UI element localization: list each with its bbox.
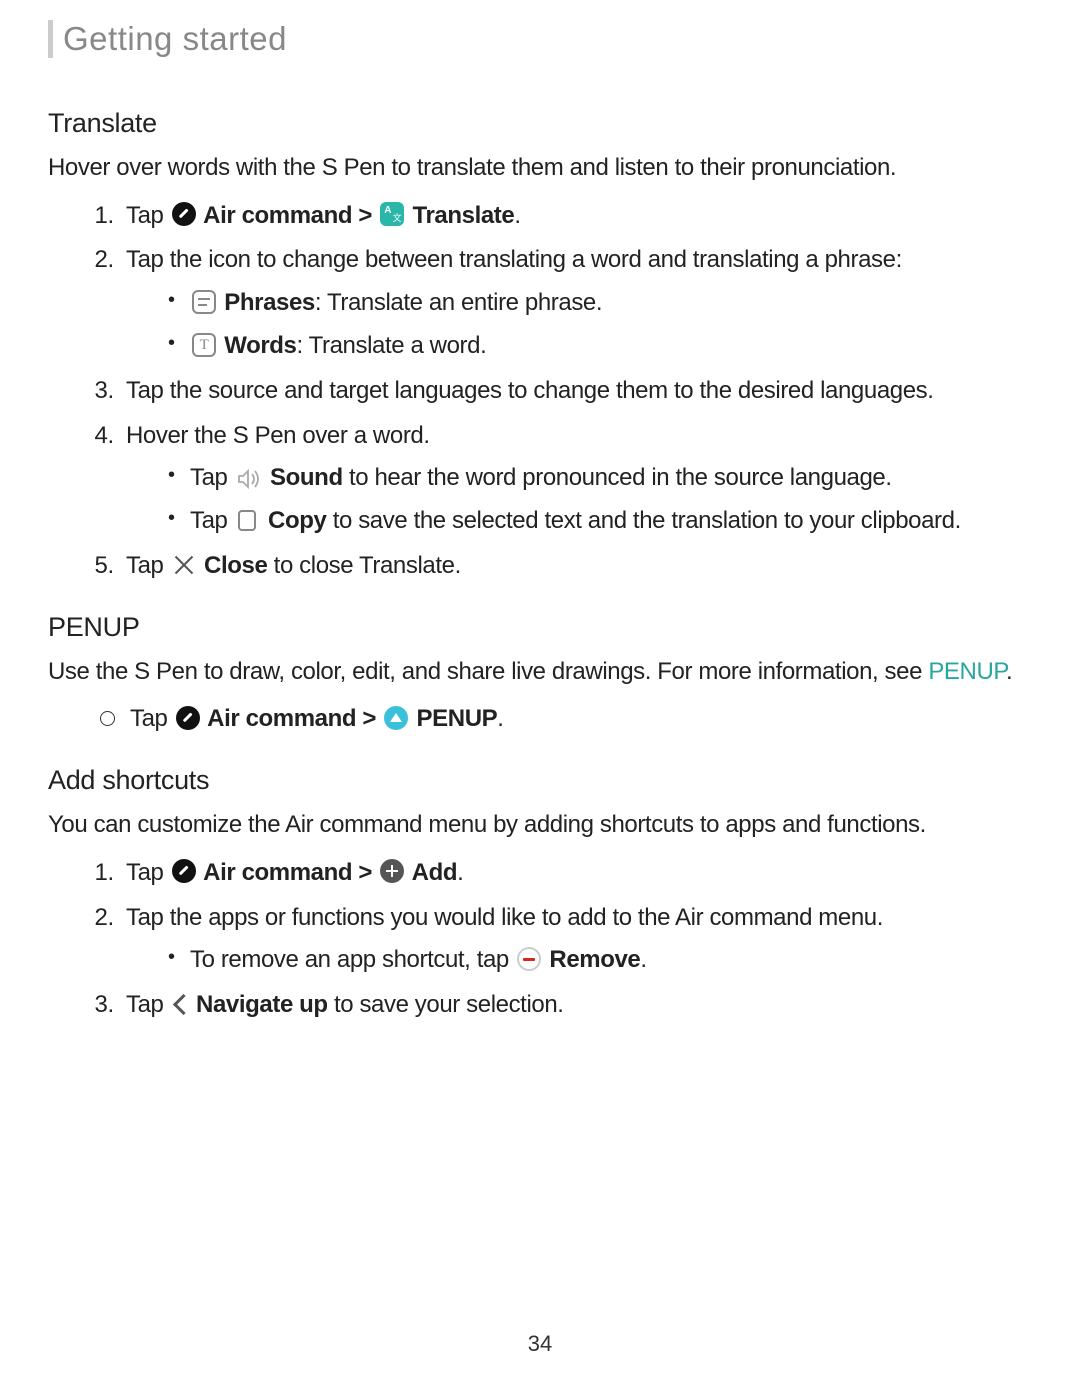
- translate-step2: Tap the icon to change between translati…: [120, 243, 1020, 363]
- shortcuts-step2: Tap the apps or functions you would like…: [120, 901, 1020, 979]
- text: Tap the apps or functions you would like…: [126, 904, 883, 931]
- shortcuts-steps: Tap Air command > Add. Tap the apps or f…: [48, 856, 1020, 1023]
- translate-step1: Tap Air command > Translate.: [120, 199, 1020, 234]
- air-command-label: Air command >: [202, 705, 383, 732]
- penup-link[interactable]: PENUP: [928, 658, 1006, 685]
- text: Tap: [190, 507, 228, 534]
- text: Tap: [126, 991, 164, 1018]
- text: Hover the S Pen over a word.: [126, 422, 430, 449]
- text: Tap: [126, 859, 164, 886]
- page-number: 34: [0, 1331, 1080, 1357]
- text: Tap the icon to change between translati…: [126, 246, 902, 273]
- header-title: Getting started: [63, 20, 1020, 58]
- copy-icon: [236, 508, 260, 532]
- translate-label: Translate: [406, 202, 514, 229]
- navigate-up-label: Navigate up: [190, 991, 328, 1018]
- translate-step5: Tap Close to close Translate.: [120, 549, 1020, 584]
- penup-label: PENUP: [410, 705, 497, 732]
- translate-title: Translate: [48, 108, 1020, 139]
- add-label: Add: [406, 859, 457, 886]
- phrases-label: Phrases: [224, 289, 315, 316]
- text: to save the selected text and the transl…: [326, 507, 960, 534]
- header: Getting started: [48, 20, 1020, 58]
- text: .: [640, 946, 646, 973]
- translate-section: Translate Hover over words with the S Pe…: [48, 108, 1020, 584]
- copy-label: Copy: [262, 507, 327, 534]
- text: .: [457, 859, 463, 886]
- text: To remove an app shortcut, tap: [190, 946, 515, 973]
- penup-steps: Tap Air command > PENUP.: [48, 702, 1020, 737]
- sound-label: Sound: [264, 464, 343, 491]
- text: Tap: [130, 705, 168, 732]
- text: .: [514, 202, 520, 229]
- air-command-icon: [172, 202, 196, 226]
- close-label: Close: [198, 552, 268, 579]
- text: : Translate an entire phrase.: [315, 289, 602, 316]
- sound-item: Tap Sound to hear the word pronounced in…: [168, 461, 1020, 496]
- text: to close Translate.: [267, 552, 460, 579]
- air-command-icon: [172, 859, 196, 883]
- phrases-icon: [192, 290, 216, 314]
- close-icon: [172, 553, 196, 577]
- remove-icon: [517, 947, 541, 971]
- text: : Translate a word.: [297, 332, 487, 359]
- translate-intro: Hover over words with the S Pen to trans…: [48, 151, 1020, 185]
- translate-icon: [380, 202, 404, 226]
- penup-title: PENUP: [48, 612, 1020, 643]
- navigate-up-icon: [172, 992, 188, 1016]
- phrases-item: Phrases: Translate an entire phrase.: [168, 286, 1020, 321]
- shortcuts-step3: Tap Navigate up to save your selection.: [120, 988, 1020, 1023]
- words-item: T Words: Translate a word.: [168, 329, 1020, 364]
- text: Use the S Pen to draw, color, edit, and …: [48, 658, 928, 685]
- remove-item: To remove an app shortcut, tap Remove.: [168, 943, 1020, 978]
- copy-item: Tap Copy to save the selected text and t…: [168, 504, 1020, 539]
- shortcuts-step1: Tap Air command > Add.: [120, 856, 1020, 891]
- sound-icon: [236, 466, 262, 488]
- text: Tap: [190, 464, 228, 491]
- words-icon: T: [192, 333, 216, 357]
- text: Tap: [126, 202, 164, 229]
- air-command-label: Air command >: [198, 859, 379, 886]
- translate-step3: Tap the source and target languages to c…: [120, 374, 1020, 409]
- penup-intro: Use the S Pen to draw, color, edit, and …: [48, 655, 1020, 689]
- words-label: Words: [224, 332, 296, 359]
- translate-steps: Tap Air command > Translate. Tap the ico…: [48, 199, 1020, 584]
- text: to save your selection.: [328, 991, 564, 1018]
- shortcuts-sub: To remove an app shortcut, tap Remove.: [126, 943, 1020, 978]
- text: .: [1006, 658, 1012, 685]
- penup-section: PENUP Use the S Pen to draw, color, edit…: [48, 612, 1020, 737]
- penup-step: Tap Air command > PENUP.: [100, 702, 1020, 737]
- translate-actions: Tap Sound to hear the word pronounced in…: [126, 461, 1020, 539]
- text: Tap: [126, 552, 164, 579]
- text: .: [497, 705, 503, 732]
- translate-modes: Phrases: Translate an entire phrase. T W…: [126, 286, 1020, 364]
- air-command-icon: [176, 706, 200, 730]
- remove-label: Remove: [543, 946, 640, 973]
- add-icon: [380, 859, 404, 883]
- translate-step4: Hover the S Pen over a word. Tap Sound t…: [120, 419, 1020, 539]
- air-command-label: Air command >: [198, 202, 379, 229]
- penup-icon: [384, 706, 408, 730]
- text: to hear the word pronounced in the sourc…: [343, 464, 892, 491]
- shortcuts-section: Add shortcuts You can customize the Air …: [48, 765, 1020, 1023]
- shortcuts-intro: You can customize the Air command menu b…: [48, 808, 1020, 842]
- shortcuts-title: Add shortcuts: [48, 765, 1020, 796]
